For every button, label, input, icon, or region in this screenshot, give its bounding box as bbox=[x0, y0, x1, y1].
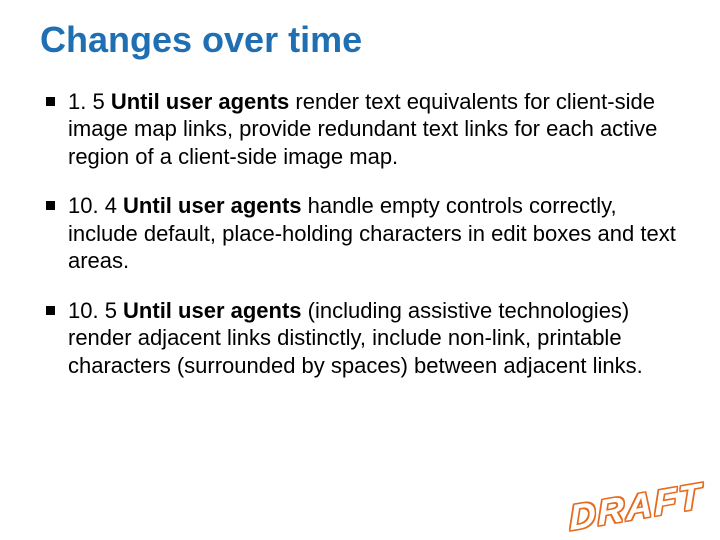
bullet-prefix: 10. 5 bbox=[68, 298, 123, 323]
bullet-emphasis: Until user agents bbox=[123, 193, 301, 218]
list-item: 1. 5 Until user agents render text equiv… bbox=[40, 88, 680, 171]
bullet-emphasis: Until user agents bbox=[111, 89, 289, 114]
page-title: Changes over time bbox=[40, 20, 680, 60]
bullet-emphasis: Until user agents bbox=[123, 298, 301, 323]
list-item: 10. 4 Until user agents handle empty con… bbox=[40, 192, 680, 275]
slide: Changes over time 1. 5 Until user agents… bbox=[0, 0, 720, 540]
bullet-prefix: 10. 4 bbox=[68, 193, 123, 218]
list-item: 10. 5 Until user agents (including assis… bbox=[40, 297, 680, 380]
bullet-list: 1. 5 Until user agents render text equiv… bbox=[40, 88, 680, 380]
draft-watermark: DRAFT bbox=[569, 475, 704, 539]
bullet-prefix: 1. 5 bbox=[68, 89, 111, 114]
